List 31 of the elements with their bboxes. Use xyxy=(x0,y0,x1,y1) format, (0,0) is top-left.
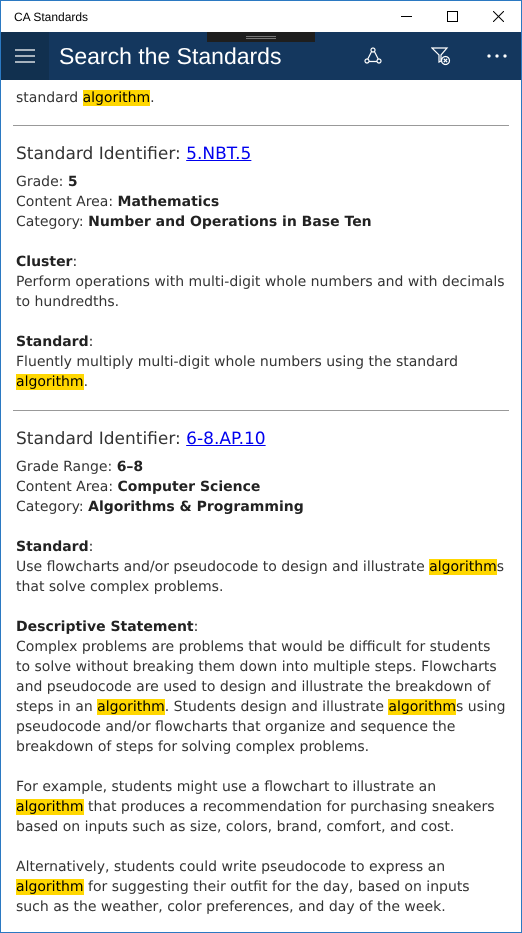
clear-filter-icon xyxy=(431,46,451,66)
section-heading: Standard: xyxy=(16,333,94,352)
section-heading: Cluster: xyxy=(16,253,78,272)
drag-handle[interactable] xyxy=(207,32,315,42)
menu-icon xyxy=(15,49,35,63)
identifier-label: Standard Identifier: xyxy=(16,428,182,451)
section-paragraph: Alternatively, students could write pseudocode to express an algorithm for suggesting their outfit for the day, based on inputs such as the weather, color preferences, and day of the week. xyxy=(16,858,471,917)
meta-line: Content Area: Mathematics xyxy=(16,193,220,212)
window-title: CA Standards xyxy=(13,8,90,26)
meta-line: Category: Algorithms & Programming xyxy=(16,498,305,517)
meta-line: Category: Number and Operations in Base Ten xyxy=(16,213,373,232)
section-paragraph: Use flowcharts and/or pseudocode to design and illustrate algorithms that solve complex problems. xyxy=(16,558,506,597)
meta-line: Content Area: Computer Science xyxy=(16,478,262,497)
more-icon xyxy=(487,54,507,58)
meta-line: Grade: 5 xyxy=(16,173,79,192)
standard-text: standard algorithm. xyxy=(16,89,156,108)
meta-line: Grade Range: 6–8 xyxy=(16,458,144,477)
section-paragraph: Perform operations with multi-digit whole numbers and with decimals to hundredths. xyxy=(16,273,506,312)
section-paragraph: Fluently multiply multi-digit whole numbers using the standard algorithm. xyxy=(16,353,460,392)
section-heading: Descriptive Statement: xyxy=(16,618,200,637)
close-icon xyxy=(492,11,504,22)
maximize-icon xyxy=(446,11,458,22)
page-title: Search the Standards xyxy=(59,42,282,71)
section-heading: Standard: xyxy=(16,538,94,557)
identifier-link[interactable]: 5.NBT.5 xyxy=(186,142,252,166)
section-paragraph: For example, students might use a flowchart to illustrate an algorithm that produces a recommendation for purchasing sneakers based on inputs such as size, colors, brand, comfort, and cost. xyxy=(16,778,496,837)
menu-button[interactable] xyxy=(1,32,49,80)
share-icon xyxy=(364,47,382,65)
identifier-link[interactable]: 6-8.AP.10 xyxy=(186,427,266,451)
section-paragraph: Complex problems are problems that would be difficult for students to solve without breaking them down into multiple steps. Flowcharts and pseudocode are used to design and illustrate the breakdown of steps in an algorithm. Students design and illustrate algorithms using pseudocode and/or flowcharts that organize and sequence the breakdown of steps for solving complex problems. xyxy=(16,638,506,757)
identifier-label: Standard Identifier: xyxy=(16,143,182,166)
